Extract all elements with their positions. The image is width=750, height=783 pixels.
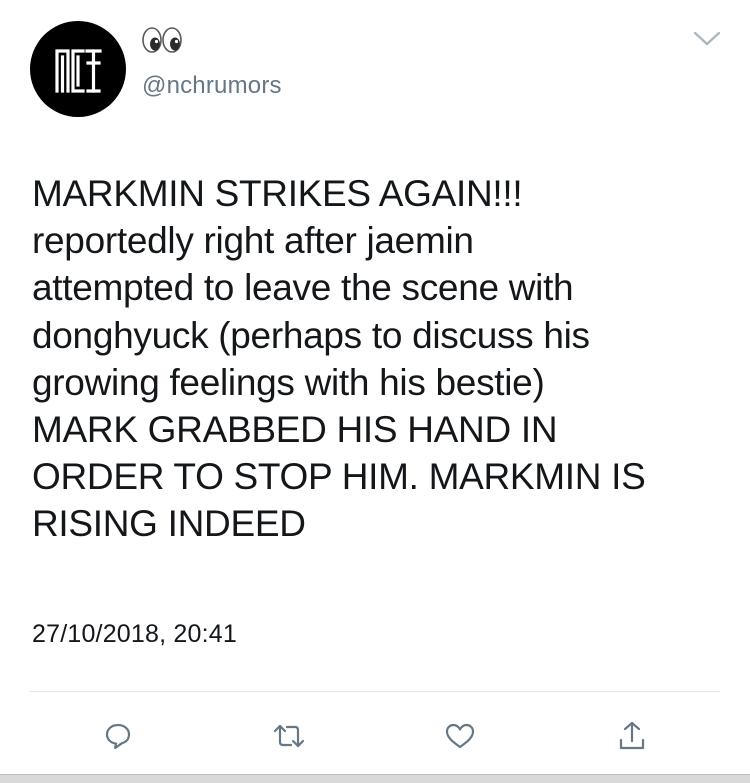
share-button[interactable] bbox=[612, 716, 652, 756]
tweet-timestamp[interactable]: 27/10/2018, 20:41 bbox=[32, 620, 237, 649]
tweet-card: @nchrumors MARKMIN STRIKES AGAIN!!! repo… bbox=[0, 0, 750, 783]
nct-logo-icon bbox=[55, 49, 102, 93]
like-icon bbox=[445, 723, 475, 749]
bottom-bar bbox=[0, 775, 750, 783]
more-options-button[interactable] bbox=[690, 24, 724, 54]
divider bbox=[30, 691, 720, 692]
user-handle[interactable]: @nchrumors bbox=[142, 72, 282, 100]
reply-icon bbox=[105, 723, 131, 750]
share-icon bbox=[619, 721, 645, 750]
avatar[interactable] bbox=[30, 21, 126, 117]
like-button[interactable] bbox=[440, 716, 480, 756]
chevron-down-icon bbox=[693, 31, 721, 46]
eyes-emoji-icon bbox=[142, 27, 182, 53]
tweet-text: MARKMIN STRIKES AGAIN!!! reportedly righ… bbox=[32, 173, 646, 545]
reply-button[interactable] bbox=[98, 716, 138, 756]
retweet-button[interactable] bbox=[269, 716, 309, 756]
retweet-icon bbox=[273, 724, 305, 748]
display-name[interactable] bbox=[140, 22, 184, 58]
